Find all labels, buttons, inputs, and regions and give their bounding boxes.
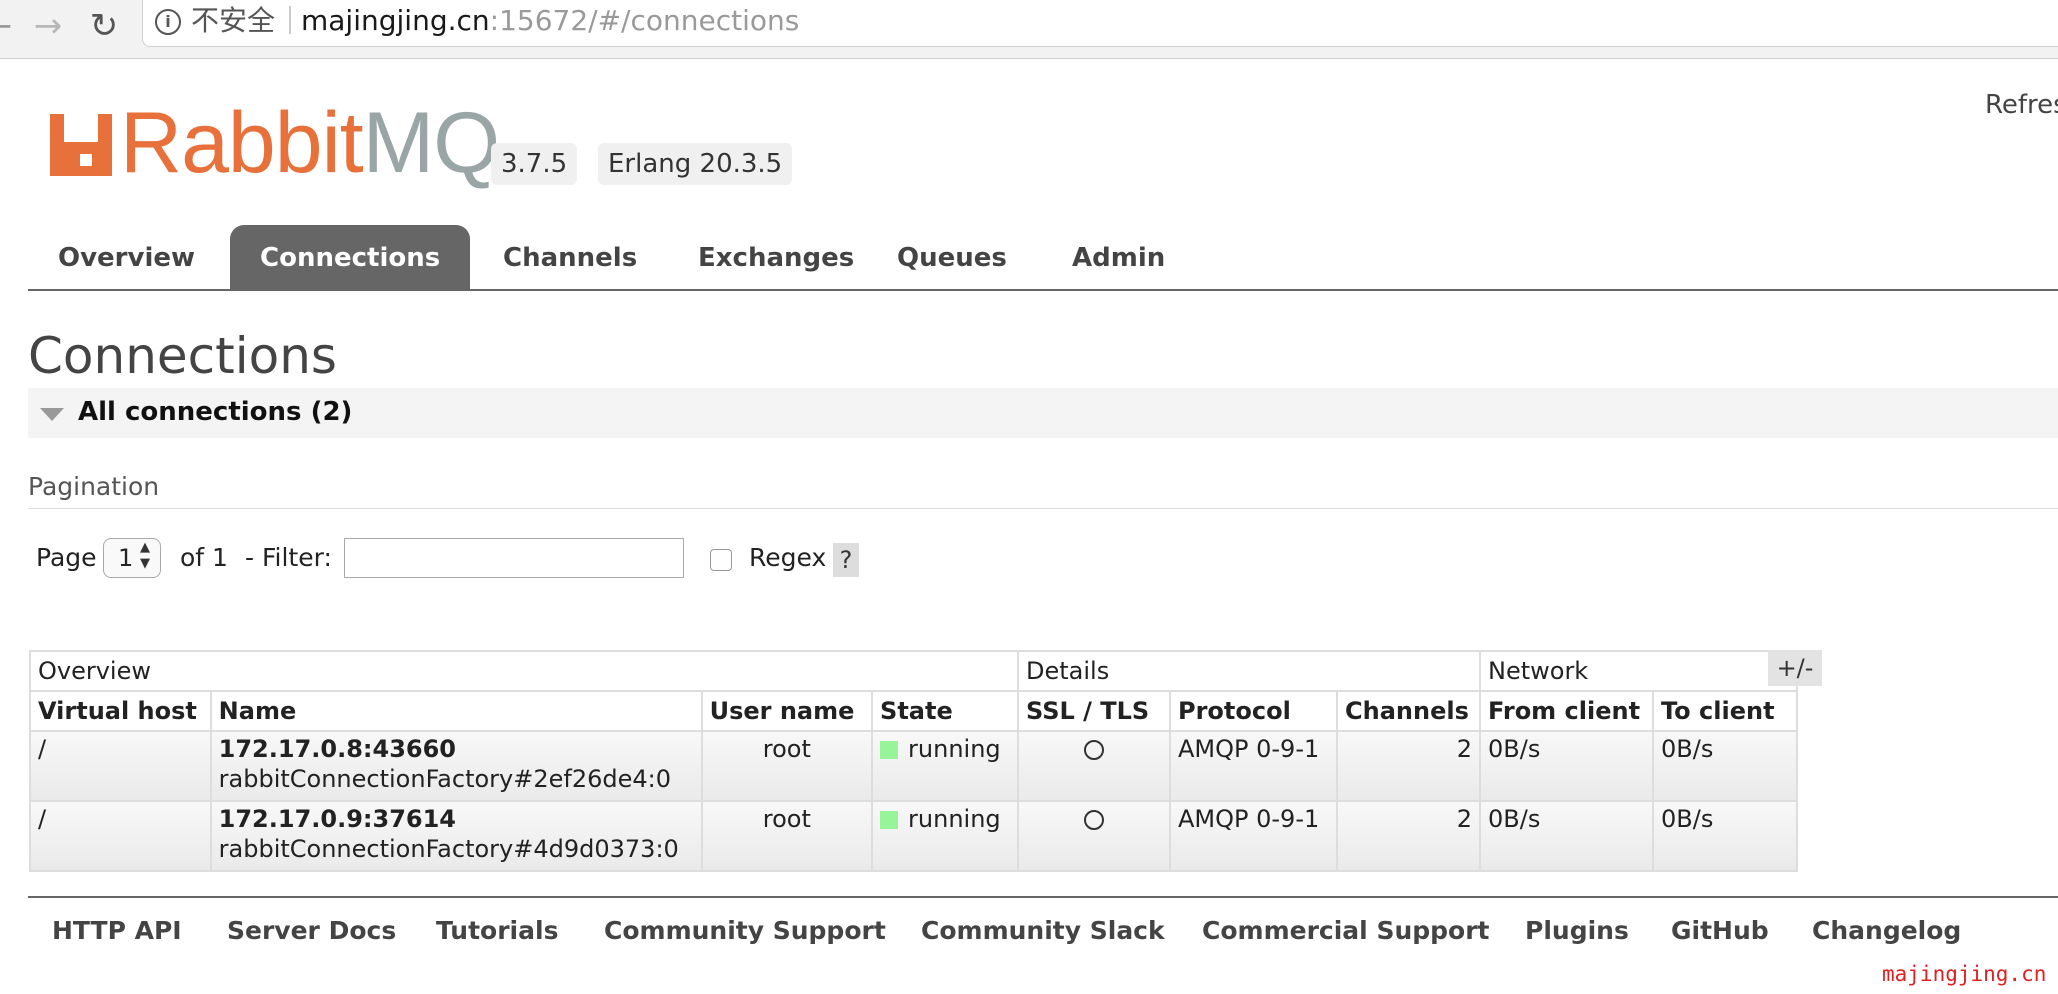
url-host: majingjing.cn bbox=[301, 4, 490, 37]
table-row[interactable]: / 172.17.0.8:43660 rabbitConnectionFacto… bbox=[29, 730, 1798, 802]
main-nav-tabs: Overview Connections Channels Exchanges … bbox=[28, 225, 2058, 291]
page-label: Page bbox=[36, 543, 97, 572]
forward-arrow-icon[interactable]: → bbox=[28, 6, 68, 46]
state-text: running bbox=[908, 735, 1001, 763]
logo-wordmark: RabbitMQTM bbox=[120, 95, 519, 191]
cell-protocol: AMQP 0-9-1 bbox=[1169, 800, 1338, 872]
filter-label: - Filter: bbox=[245, 543, 332, 572]
footer-link-http-api[interactable]: HTTP API bbox=[52, 916, 182, 945]
footer-link-community-support[interactable]: Community Support bbox=[604, 916, 886, 945]
tab-connections[interactable]: Connections bbox=[230, 225, 471, 289]
group-header-network: Network bbox=[1479, 650, 1798, 692]
pagination-divider bbox=[28, 508, 2058, 509]
address-bar[interactable]: i 不安全 majingjing.cn:15672/#/connections bbox=[142, 0, 2058, 47]
watermark: majingjing.cn bbox=[1882, 962, 2047, 986]
cell-state: running bbox=[871, 800, 1019, 872]
tab-exchanges[interactable]: Exchanges bbox=[668, 225, 884, 289]
cell-to-client: 0B/s bbox=[1652, 800, 1798, 872]
cell-from-client: 0B/s bbox=[1479, 730, 1654, 802]
cell-channels: 2 bbox=[1336, 800, 1481, 872]
cell-to-client: 0B/s bbox=[1652, 730, 1798, 802]
footer-link-commercial-support[interactable]: Commercial Support bbox=[1202, 916, 1490, 945]
cell-name: 172.17.0.8:43660 rabbitConnectionFactory… bbox=[209, 730, 703, 802]
filter-input[interactable] bbox=[344, 538, 684, 578]
cell-protocol: AMQP 0-9-1 bbox=[1169, 730, 1338, 802]
browser-toolbar: ← → ↻ i 不安全 majingjing.cn:15672/#/connec… bbox=[0, 0, 2058, 59]
cell-vhost: / bbox=[29, 800, 212, 872]
table-row[interactable]: / 172.17.0.9:37614 rabbitConnectionFacto… bbox=[29, 800, 1798, 872]
version-badge: 3.7.5 bbox=[491, 143, 578, 185]
up-down-arrows-icon: ▲ ▼ bbox=[140, 540, 150, 571]
col-virtual-host[interactable]: Virtual host bbox=[29, 690, 212, 732]
page-count-label: of 1 bbox=[180, 543, 228, 572]
help-button[interactable]: ? bbox=[833, 543, 859, 577]
toggle-columns-button[interactable]: +/- bbox=[1768, 650, 1822, 686]
ssl-off-circle-icon bbox=[1084, 810, 1104, 830]
cell-name: 172.17.0.9:37614 rabbitConnectionFactory… bbox=[209, 800, 703, 872]
connection-name-link[interactable]: 172.17.0.8:43660 bbox=[219, 734, 694, 764]
ssl-off-circle-icon bbox=[1084, 740, 1104, 760]
col-protocol[interactable]: Protocol bbox=[1169, 690, 1338, 732]
connections-table: Overview Details Network Virtual host Na… bbox=[29, 650, 1798, 872]
url-text[interactable]: majingjing.cn:15672/#/connections bbox=[301, 4, 799, 38]
connection-name-link[interactable]: 172.17.0.9:37614 bbox=[219, 804, 694, 834]
cell-ssl bbox=[1017, 800, 1171, 872]
collapse-triangle-icon[interactable] bbox=[40, 408, 64, 421]
back-arrow-icon[interactable]: ← bbox=[0, 6, 18, 46]
tab-admin[interactable]: Admin bbox=[1042, 225, 1195, 289]
col-to-client[interactable]: To client bbox=[1652, 690, 1798, 732]
section-title: All connections (2) bbox=[78, 397, 353, 427]
footer-divider bbox=[28, 896, 2058, 898]
cell-channels: 2 bbox=[1336, 730, 1481, 802]
url-divider bbox=[289, 6, 291, 34]
security-label[interactable]: 不安全 bbox=[191, 4, 275, 38]
reload-icon[interactable]: ↻ bbox=[84, 6, 124, 46]
col-from-client[interactable]: From client bbox=[1479, 690, 1654, 732]
footer-link-server-docs[interactable]: Server Docs bbox=[227, 916, 396, 945]
tab-channels[interactable]: Channels bbox=[473, 225, 667, 289]
group-header-overview: Overview bbox=[29, 650, 1019, 692]
footer-link-plugins[interactable]: Plugins bbox=[1525, 916, 1629, 945]
cell-state: running bbox=[871, 730, 1019, 802]
col-user-name[interactable]: User name bbox=[700, 690, 874, 732]
cell-user: root bbox=[700, 800, 874, 872]
state-text: running bbox=[908, 805, 1001, 833]
footer-link-community-slack[interactable]: Community Slack bbox=[921, 916, 1165, 945]
connection-client-name: rabbitConnectionFactory#2ef26de4:0 bbox=[218, 765, 671, 793]
erlang-badge: Erlang 20.3.5 bbox=[598, 143, 793, 185]
col-channels[interactable]: Channels bbox=[1336, 690, 1481, 732]
col-ssl-tls[interactable]: SSL / TLS bbox=[1017, 690, 1171, 732]
regex-label: Regex bbox=[749, 543, 827, 572]
running-status-icon bbox=[880, 741, 899, 759]
info-icon[interactable]: i bbox=[155, 9, 181, 35]
running-status-icon bbox=[880, 811, 899, 829]
connection-client-name: rabbitConnectionFactory#4d9d0373:0 bbox=[218, 835, 679, 863]
footer-link-github[interactable]: GitHub bbox=[1671, 916, 1769, 945]
cell-from-client: 0B/s bbox=[1479, 800, 1654, 872]
pagination-heading: Pagination bbox=[28, 472, 160, 501]
col-state[interactable]: State bbox=[871, 690, 1019, 732]
refresh-label[interactable]: Refres bbox=[1985, 90, 2058, 120]
page-title: Connections bbox=[28, 327, 337, 385]
tab-queues[interactable]: Queues bbox=[867, 225, 1037, 289]
page-select-value: 1 bbox=[118, 544, 134, 572]
col-name[interactable]: Name bbox=[209, 690, 703, 732]
cell-user: root bbox=[700, 730, 874, 802]
cell-vhost: / bbox=[29, 730, 212, 802]
footer-link-tutorials[interactable]: Tutorials bbox=[436, 916, 558, 945]
all-connections-section-header[interactable]: All connections (2) bbox=[28, 388, 2058, 438]
cell-ssl bbox=[1017, 730, 1171, 802]
regex-checkbox[interactable] bbox=[710, 549, 732, 571]
rabbitmq-logo-icon bbox=[50, 114, 112, 176]
page-select[interactable]: 1 ▲ ▼ bbox=[103, 538, 161, 578]
url-path: :15672/#/connections bbox=[489, 4, 800, 37]
tab-overview[interactable]: Overview bbox=[28, 225, 225, 289]
group-header-details: Details bbox=[1017, 650, 1481, 692]
footer-link-changelog[interactable]: Changelog bbox=[1812, 916, 1961, 945]
